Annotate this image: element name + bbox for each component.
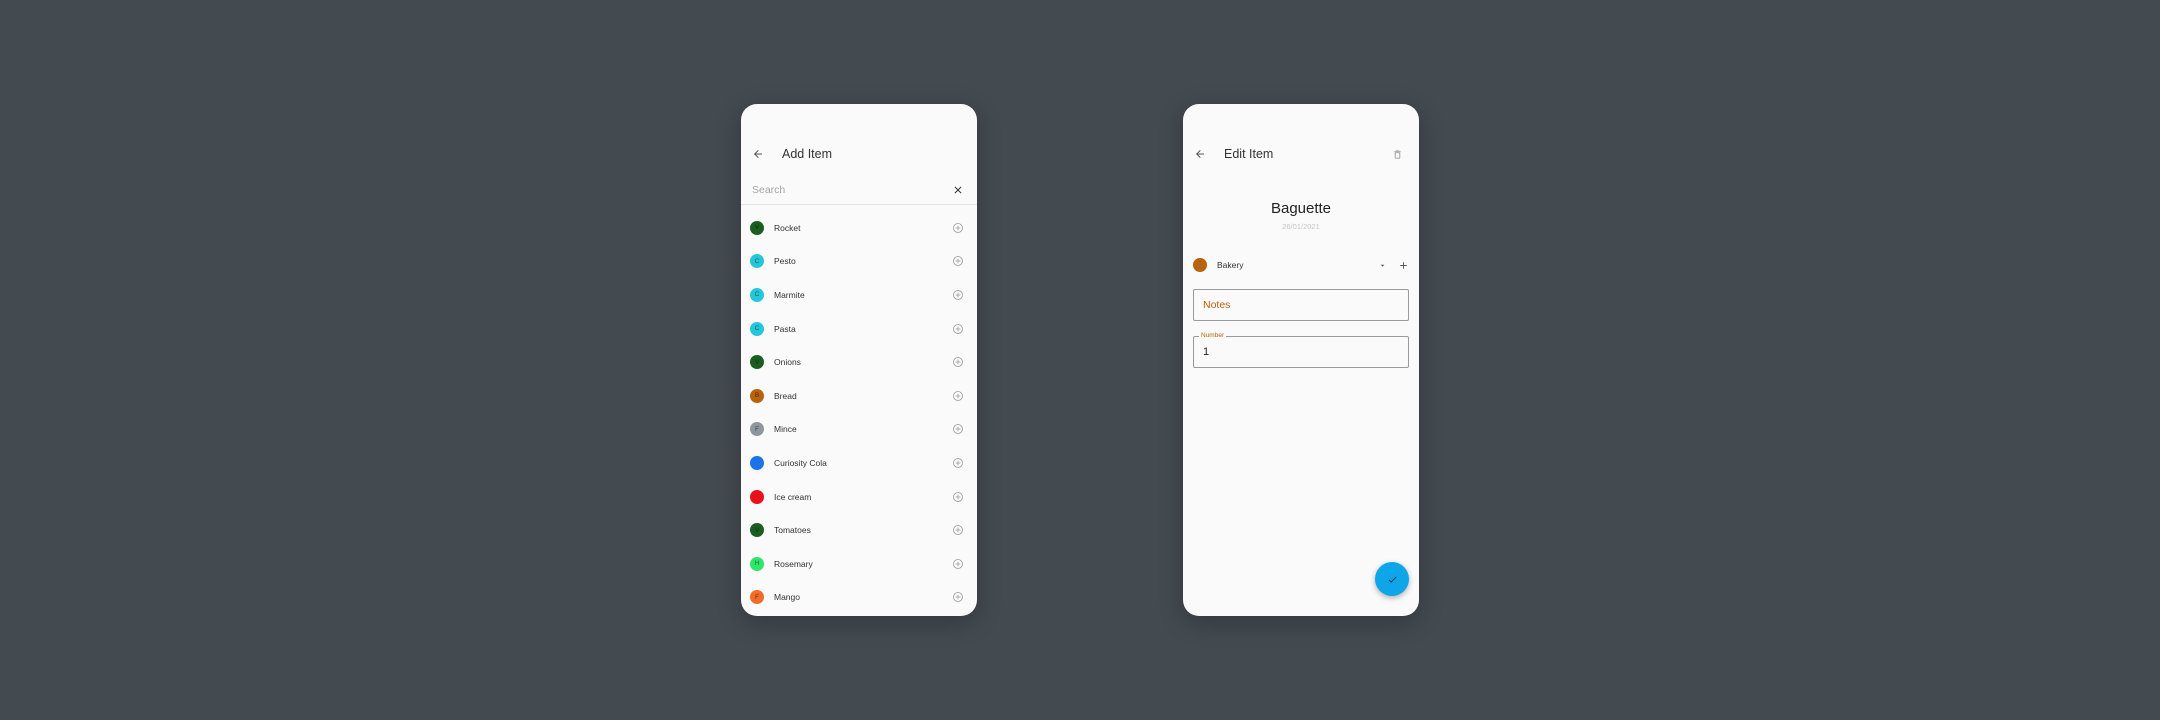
- check-icon: [1388, 576, 1397, 583]
- add-item-button[interactable]: [948, 319, 968, 339]
- item-label: Tomatoes: [774, 525, 811, 536]
- add-item-button[interactable]: [948, 218, 968, 238]
- list-item[interactable]: C Pasta: [741, 312, 977, 346]
- category-avatar: F: [750, 422, 764, 437]
- save-fab-button[interactable]: [1375, 562, 1409, 596]
- category-avatar: F: [750, 590, 764, 605]
- category-avatar: B: [750, 388, 764, 403]
- category-row: Bakery: [1193, 254, 1413, 276]
- category-avatar: [750, 489, 764, 504]
- category-label: Bakery: [1217, 260, 1244, 270]
- list-item[interactable]: H Rosemary: [741, 547, 977, 581]
- add-item-button[interactable]: [948, 487, 968, 507]
- add-circle-outline-icon: [953, 592, 963, 603]
- number-label: Number: [1199, 332, 1227, 339]
- add-item-button[interactable]: [948, 386, 968, 406]
- category-avatar: C: [750, 287, 764, 302]
- category-color-dot: [1193, 258, 1207, 272]
- number-field: Number: [1193, 332, 1409, 368]
- page-title: Add Item: [782, 147, 833, 161]
- list-item[interactable]: V Onions: [741, 345, 977, 379]
- add-item-button[interactable]: [948, 285, 968, 305]
- category-avatar: V: [750, 355, 764, 370]
- category-avatar: C: [750, 254, 764, 269]
- notes-input[interactable]: [1201, 298, 1408, 312]
- list-item[interactable]: V Tomatoes: [741, 513, 977, 547]
- number-input[interactable]: [1201, 345, 1377, 359]
- trash-icon: [1393, 149, 1401, 159]
- category-avatar: [750, 455, 764, 470]
- add-item-button[interactable]: [948, 554, 968, 574]
- item-label: Ice cream: [774, 491, 812, 502]
- arrow-left-icon: [754, 150, 762, 158]
- edit-item-screen: Edit Item Baguette 26/01/2021 Bakery Num…: [1183, 104, 1419, 616]
- add-circle-outline-icon: [953, 525, 963, 536]
- list-item[interactable]: F Mango: [741, 581, 977, 615]
- item-date: 26/01/2021: [1282, 222, 1320, 231]
- add-circle-outline-icon: [953, 357, 963, 368]
- plus-icon: [1399, 261, 1407, 269]
- close-icon: [954, 186, 962, 194]
- delete-button[interactable]: [1383, 140, 1411, 168]
- add-item-button[interactable]: [948, 419, 968, 439]
- add-circle-outline-icon: [953, 424, 963, 435]
- page-title: Edit Item: [1224, 147, 1274, 161]
- add-item-button[interactable]: [948, 520, 968, 540]
- item-label: Marmite: [774, 289, 805, 300]
- add-category-button[interactable]: [1393, 255, 1413, 275]
- add-item-button[interactable]: [948, 587, 968, 607]
- category-select[interactable]: Bakery: [1217, 254, 1387, 276]
- clear-search-button[interactable]: [946, 178, 970, 202]
- search-bar: [741, 176, 977, 205]
- item-label: Pesto: [774, 256, 796, 267]
- search-input[interactable]: [750, 183, 946, 197]
- item-list: V Rocket C Pesto C Marmite C Pasta V Onions B Bread…: [741, 211, 977, 614]
- item-label: Curiosity Cola: [774, 457, 827, 468]
- item-label: Rosemary: [774, 558, 813, 569]
- back-button[interactable]: [744, 140, 772, 168]
- list-item[interactable]: C Pesto: [741, 245, 977, 279]
- add-item-screen: Add Item V Rocket C Pesto C Marmite C Pasta V Oni…: [741, 104, 977, 616]
- add-circle-outline-icon: [953, 323, 963, 334]
- add-item-button[interactable]: [948, 453, 968, 473]
- item-label: Mango: [774, 592, 800, 603]
- list-item[interactable]: F Mince: [741, 413, 977, 447]
- category-avatar: H: [750, 556, 764, 571]
- add-item-button[interactable]: [948, 251, 968, 271]
- add-circle-outline-icon: [953, 256, 963, 267]
- add-circle-outline-icon: [953, 491, 963, 502]
- caret-down-icon: [1380, 264, 1385, 267]
- category-avatar: V: [750, 523, 764, 538]
- item-label: Onions: [774, 357, 801, 368]
- item-label: Mince: [774, 424, 797, 435]
- notes-field: [1193, 289, 1409, 321]
- add-circle-outline-icon: [953, 558, 963, 569]
- arrow-left-icon: [1196, 150, 1204, 158]
- add-circle-outline-icon: [953, 222, 963, 233]
- list-item[interactable]: C Marmite: [741, 278, 977, 312]
- list-item[interactable]: Curiosity Cola: [741, 446, 977, 480]
- add-circle-outline-icon: [953, 458, 963, 468]
- category-avatar: V: [750, 220, 764, 235]
- item-label: Pasta: [774, 323, 796, 334]
- list-item[interactable]: Ice cream: [741, 480, 977, 514]
- add-circle-outline-icon: [953, 290, 963, 300]
- add-item-button[interactable]: [948, 352, 968, 372]
- add-circle-outline-icon: [953, 390, 963, 401]
- app-bar: Add Item: [741, 140, 977, 168]
- category-avatar: C: [750, 321, 764, 336]
- list-item[interactable]: B Bread: [741, 379, 977, 413]
- list-item[interactable]: V Rocket: [741, 211, 977, 245]
- item-label: Rocket: [774, 222, 801, 233]
- item-label: Bread: [774, 390, 797, 401]
- back-button[interactable]: [1186, 140, 1214, 168]
- item-name: Baguette: [1270, 200, 1332, 217]
